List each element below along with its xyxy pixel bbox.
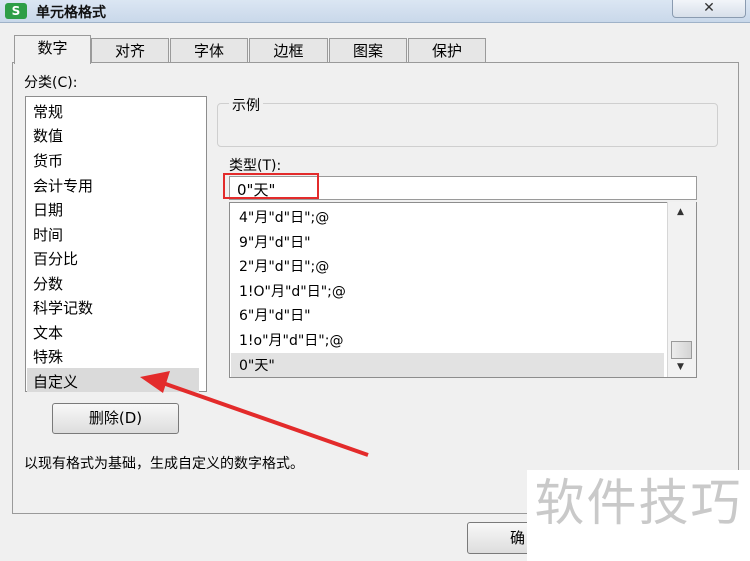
arrow-head	[140, 371, 170, 393]
tab-number[interactable]: 数字	[14, 35, 91, 64]
arrow-shaft	[159, 380, 369, 457]
watermark-text: 软件技巧	[527, 470, 750, 561]
